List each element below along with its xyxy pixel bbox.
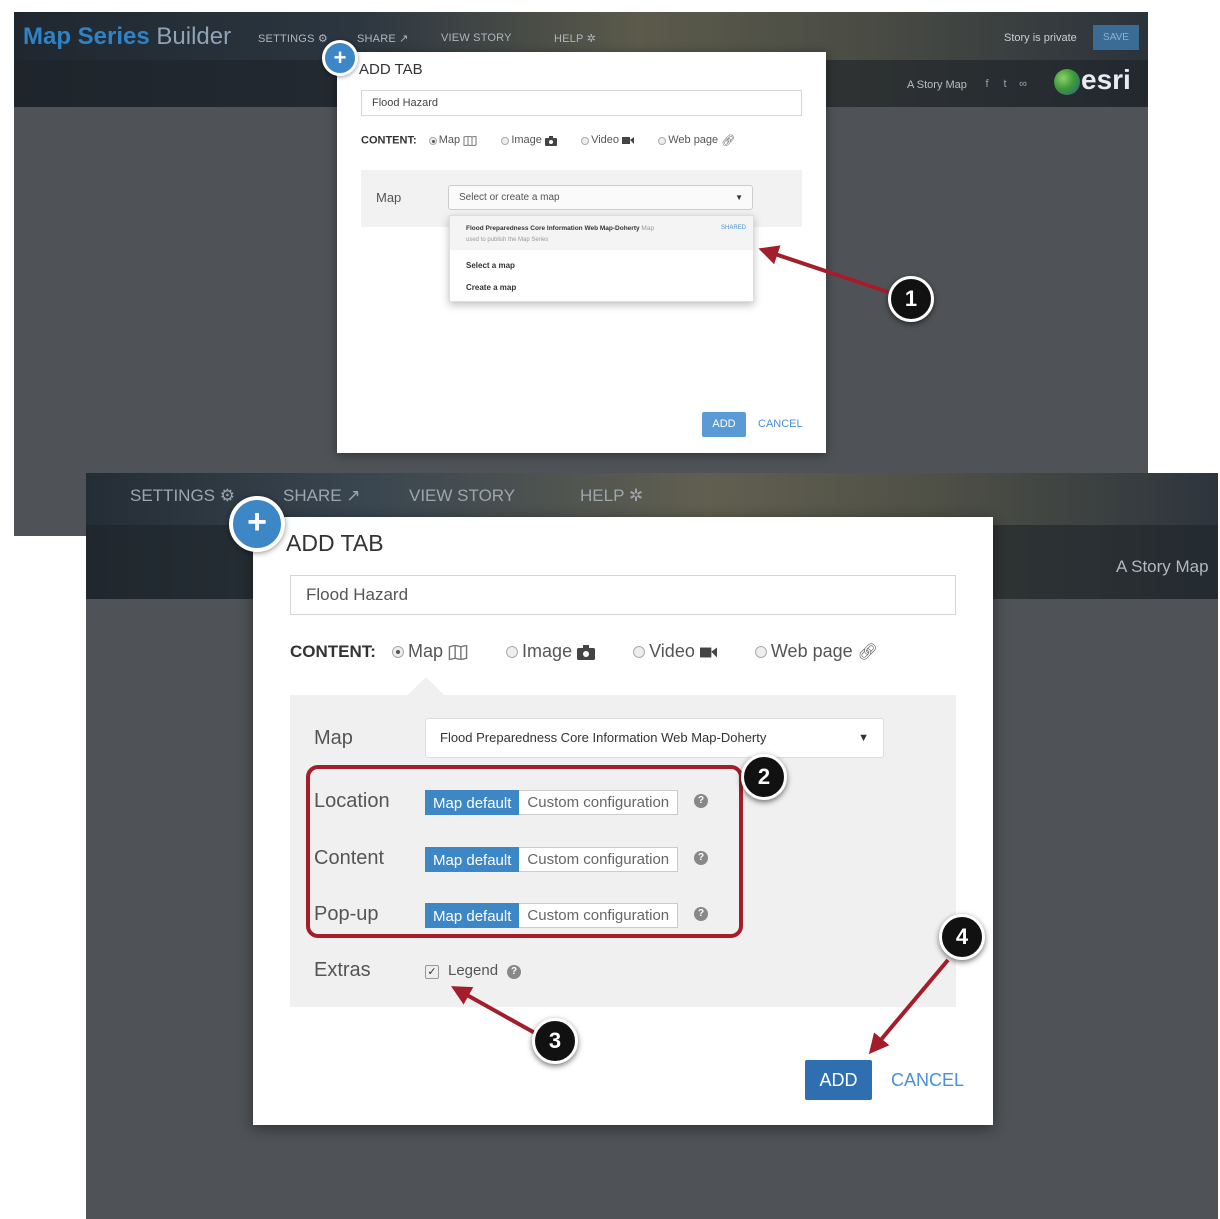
app-title: Map Series Builder: [23, 23, 232, 50]
caret-down-icon: ▼: [858, 732, 869, 744]
legend-label: Legend: [448, 962, 499, 979]
callout-3: 3: [532, 1018, 578, 1064]
map-dropdown-menu: Flood Preparedness Core Information Web …: [449, 215, 754, 302]
help-icon[interactable]: ?: [507, 965, 521, 979]
esri-logo: esri: [1081, 64, 1131, 95]
add-tab-plus-icon: +: [229, 496, 285, 552]
dropdown-select-map[interactable]: Select a map: [466, 261, 515, 270]
settings-highlight-box: [306, 765, 743, 938]
tab-name-input[interactable]: Flood Hazard: [290, 575, 956, 615]
story-map-label: A Story Map: [907, 79, 967, 91]
map-icon: [463, 135, 477, 146]
extras-label: Extras: [314, 959, 371, 981]
content-type-row: CONTENT: Map Image Video Web page 🔗︎: [290, 641, 878, 662]
callout-1: 1: [888, 276, 934, 322]
nav-share[interactable]: SHARE ↗: [357, 32, 409, 45]
twitter-icon[interactable]: t: [999, 78, 1011, 90]
cancel-button[interactable]: CANCEL: [758, 418, 803, 430]
link-icon[interactable]: ∞: [1017, 78, 1029, 90]
tab-name-input[interactable]: Flood Hazard: [361, 90, 802, 116]
nav-settings[interactable]: SETTINGS ⚙: [130, 486, 235, 506]
save-button[interactable]: SAVE: [1093, 25, 1139, 50]
story-map-label: A Story Map: [1116, 557, 1209, 576]
map-icon: [448, 644, 468, 660]
radio-web-page[interactable]: Web page 🔗︎: [658, 134, 736, 147]
link-icon: 🔗︎: [857, 644, 878, 662]
add-button[interactable]: ADD: [702, 412, 746, 437]
tab-pointer: [408, 677, 444, 695]
facebook-icon[interactable]: f: [981, 78, 993, 90]
nav-share[interactable]: SHARE ↗: [283, 486, 361, 506]
video-icon: [622, 137, 635, 144]
dropdown-item-map[interactable]: Flood Preparedness Core Information Web …: [450, 216, 753, 250]
esri-globe-icon: [1054, 69, 1080, 95]
nav-settings[interactable]: SETTINGS ⚙: [258, 32, 328, 45]
shared-badge: SHARED: [720, 225, 746, 231]
callout-4: 4: [939, 914, 985, 960]
add-tab-plus-icon: +: [322, 40, 358, 76]
map-label: Map: [376, 190, 402, 205]
camera-icon: [577, 644, 596, 660]
dialog-title: ADD TAB: [286, 530, 384, 556]
map-select[interactable]: Flood Preparedness Core Information Web …: [425, 718, 884, 758]
caret-down-icon: ▼: [735, 193, 743, 202]
callout-2: 2: [741, 754, 787, 800]
radio-map[interactable]: Map: [391, 641, 468, 661]
radio-map[interactable]: Map: [428, 134, 477, 146]
map-label: Map: [314, 727, 353, 749]
nav-help[interactable]: HELP ✲: [580, 486, 643, 506]
map-select[interactable]: Select or create a map ▼: [448, 185, 753, 210]
link-icon: 🔗︎: [721, 135, 736, 147]
add-tab-dialog-small: ADD TAB Flood Hazard CONTENT: Map Image …: [337, 52, 826, 453]
radio-image[interactable]: Image: [501, 134, 557, 146]
radio-video[interactable]: Video: [581, 134, 635, 146]
nav-help[interactable]: HELP ✲: [554, 32, 596, 45]
privacy-status: Story is private: [1004, 32, 1077, 44]
add-button[interactable]: ADD: [805, 1060, 872, 1100]
radio-video[interactable]: Video: [633, 641, 717, 661]
nav-view-story[interactable]: VIEW STORY: [409, 486, 515, 506]
radio-web-page[interactable]: Web page 🔗︎: [754, 641, 878, 662]
dialog-title: ADD TAB: [359, 61, 423, 78]
video-icon: [699, 647, 717, 658]
cancel-button[interactable]: CANCEL: [891, 1070, 964, 1091]
content-type-row: CONTENT: Map Image Video Web page 🔗︎: [361, 134, 736, 147]
camera-icon: [544, 135, 557, 146]
dropdown-create-map[interactable]: Create a map: [466, 283, 516, 292]
legend-checkbox[interactable]: ✓: [425, 965, 439, 979]
nav-view-story[interactable]: VIEW STORY: [441, 32, 512, 44]
radio-image[interactable]: Image: [506, 641, 596, 661]
